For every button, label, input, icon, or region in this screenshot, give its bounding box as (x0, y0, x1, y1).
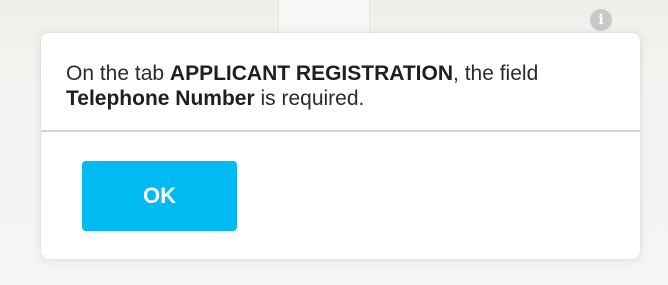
field-name: Telephone Number (66, 87, 255, 110)
ok-button[interactable]: OK (82, 161, 237, 231)
message-text-end: is required. (254, 87, 365, 110)
dialog-message: On the tab APPLICANT REGISTRATION, the f… (66, 61, 606, 111)
tab-name: APPLICANT REGISTRATION (169, 62, 454, 85)
info-icon: i (590, 9, 612, 31)
message-text-start: On the tab (66, 62, 170, 85)
message-text-middle: , the field (453, 62, 539, 85)
validation-dialog: On the tab APPLICANT REGISTRATION, the f… (41, 33, 640, 259)
dialog-divider (41, 130, 640, 132)
